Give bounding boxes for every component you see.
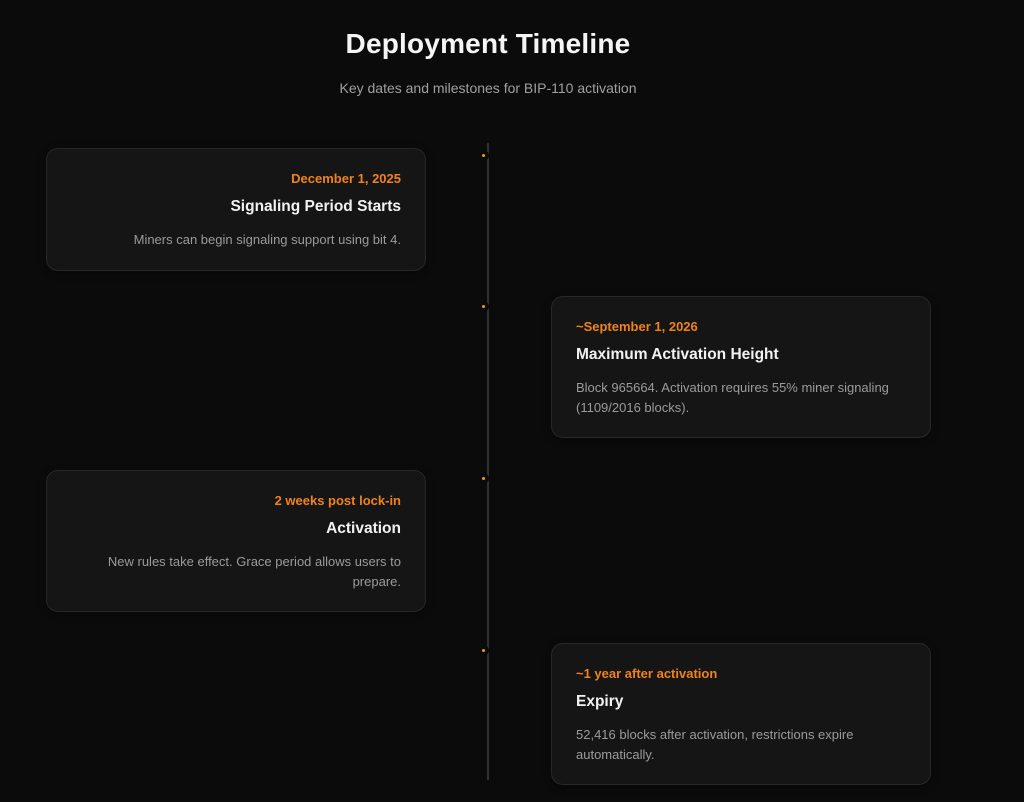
timeline-dot	[478, 473, 489, 484]
event-description: New rules take effect. Grace period allo…	[71, 552, 401, 591]
event-date: 2 weeks post lock-in	[71, 493, 401, 508]
page-title: Deployment Timeline	[46, 28, 930, 60]
timeline-card-activation: 2 weeks post lock-in Activation New rule…	[46, 470, 426, 612]
timeline-card-expiry: ~1 year after activation Expiry 52,416 b…	[551, 643, 931, 785]
event-date: ~September 1, 2026	[576, 319, 906, 334]
event-title: Expiry	[576, 693, 906, 711]
deployment-timeline-page: Deployment Timeline Key dates and milest…	[0, 0, 1024, 802]
timeline-dot	[478, 645, 489, 656]
event-description: Block 965664. Activation requires 55% mi…	[576, 378, 906, 417]
page-subtitle: Key dates and milestones for BIP-110 act…	[46, 80, 930, 96]
event-date: ~1 year after activation	[576, 666, 906, 681]
event-title: Activation	[71, 520, 401, 538]
event-date: December 1, 2025	[71, 171, 401, 186]
timeline-dot	[478, 301, 489, 312]
event-title: Signaling Period Starts	[71, 198, 401, 216]
timeline-card-max-activation-height: ~September 1, 2026 Maximum Activation He…	[551, 296, 931, 438]
event-description: Miners can begin signaling support using…	[71, 230, 401, 250]
timeline-dot	[478, 150, 489, 161]
event-description: 52,416 blocks after activation, restrict…	[576, 725, 906, 764]
event-title: Maximum Activation Height	[576, 346, 906, 364]
timeline-card-signaling-period: December 1, 2025 Signaling Period Starts…	[46, 148, 426, 271]
timeline-spine	[487, 143, 489, 780]
